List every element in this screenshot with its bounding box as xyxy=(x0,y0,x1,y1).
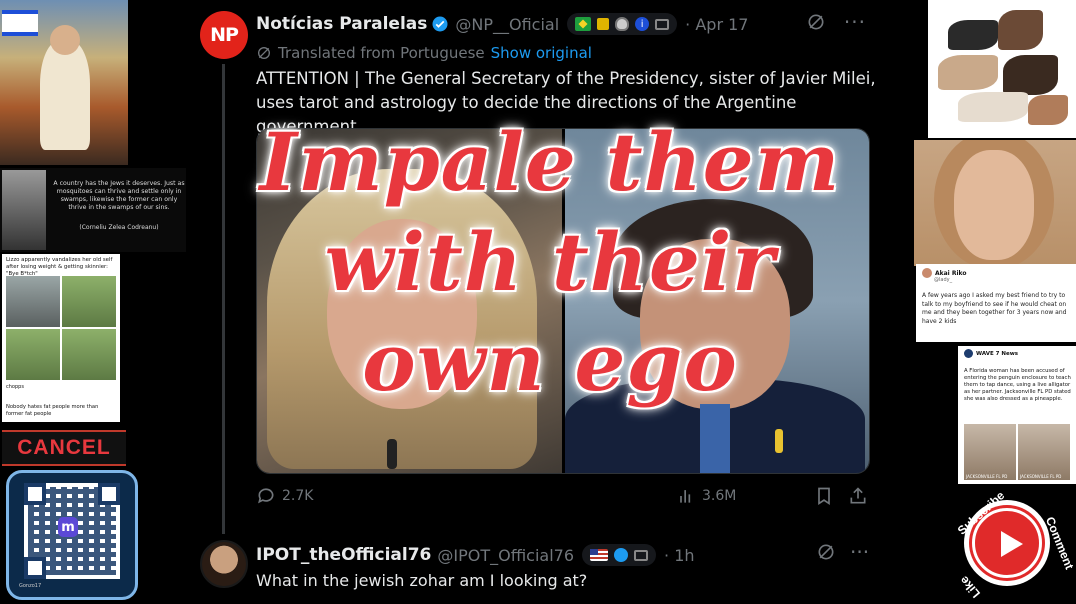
trump-painting-image xyxy=(0,0,128,165)
photo-javier-milei[interactable] xyxy=(565,129,869,473)
reply-author-handle[interactable]: @IPOT_Official76 xyxy=(437,546,574,565)
quote-attribution: (Corneliu Zelea Codreanu) xyxy=(79,224,159,231)
views-button[interactable]: 3.6M xyxy=(676,486,736,506)
reply-count: 2.7K xyxy=(282,488,314,504)
crying-woman-image xyxy=(914,140,1076,266)
globe-icon xyxy=(614,548,629,562)
mastodon-icon: m xyxy=(58,517,78,537)
thread-line xyxy=(222,64,225,534)
quote-text: A country has the Jews it deserves. Just… xyxy=(53,180,185,211)
more-icon[interactable]: ··· xyxy=(844,10,866,34)
news-tweet-card: WAVE 7 News A Florida woman has been acc… xyxy=(958,346,1076,484)
news-avatar xyxy=(964,349,973,358)
tweet-top-actions: ··· xyxy=(806,10,866,34)
tweet-column: NP Notícias Paralelas @NP__Oficial i · A… xyxy=(186,0,886,604)
reply-date[interactable]: · 1h xyxy=(664,546,695,565)
mugshot-images: JACKSONVILLE FL PD JACKSONVILLE FL PD xyxy=(964,424,1070,480)
reply-icon xyxy=(258,488,274,504)
info-icon: i xyxy=(635,17,650,31)
author-name[interactable]: Notícias Paralelas xyxy=(256,14,427,34)
camera-icon xyxy=(655,18,670,30)
avatar-text: NP xyxy=(210,24,239,46)
reply-header: IPOT_theOfficial76 @IPOT_Official76 · 1h xyxy=(256,544,695,566)
mugshot-label-2: JACKSONVILLE FL PD xyxy=(1020,474,1062,479)
qr-label: Gonzo17 xyxy=(19,583,42,589)
grok-icon[interactable] xyxy=(806,12,826,32)
reply-text: What in the jewish zohar am I looking at… xyxy=(256,571,588,590)
mugshot-label-1: JACKSONVILLE FL PD xyxy=(966,474,1008,479)
bookmark-button[interactable] xyxy=(814,486,834,506)
translation-notice: Translated from Portuguese Show original xyxy=(256,44,592,62)
tweet-handle: @lady_ xyxy=(934,277,953,283)
ribbon-pin xyxy=(775,429,783,453)
reply-button[interactable]: 2.7K xyxy=(256,486,313,506)
video-frame: A country has the Jews it deserves. Just… xyxy=(0,0,1076,604)
reply-badges xyxy=(582,544,657,566)
tweet-actions: 2.7K 3.6M xyxy=(256,486,870,514)
portrait-image xyxy=(2,170,46,250)
lizzo-images xyxy=(6,276,116,380)
show-original-link[interactable]: Show original xyxy=(491,44,592,62)
bookmark-icon xyxy=(818,487,830,506)
camera-icon xyxy=(634,549,649,561)
cancel-label: CANCEL xyxy=(17,436,111,459)
author-handle[interactable]: @NP__Oficial xyxy=(455,15,559,34)
cheating-tweet-card: Akai Riko @lady_ A few years ago I asked… xyxy=(916,264,1076,342)
author-avatar[interactable]: NP xyxy=(200,11,248,59)
mastodon-qr-card[interactable]: m Gonzo17 xyxy=(6,470,138,600)
lizzo-tweet-user: chopps xyxy=(6,384,24,390)
news-text: A Florida woman has been accused of ente… xyxy=(964,368,1071,402)
tweet-header: Notícias Paralelas @NP__Oficial i · Apr … xyxy=(256,12,748,36)
news-user: WAVE 7 News xyxy=(976,350,1019,357)
subscribe-widget[interactable]: Subscribe Comment Like xyxy=(952,488,1076,604)
photo-karina-milei[interactable] xyxy=(257,129,562,473)
us-flag-icon xyxy=(590,549,609,561)
cancel-banner: CANCEL xyxy=(2,430,126,466)
tweet-date[interactable]: · Apr 17 xyxy=(685,15,748,34)
more-icon[interactable]: ··· xyxy=(850,540,869,564)
israel-flag-image xyxy=(2,10,38,36)
brazil-flag-icon xyxy=(575,17,592,31)
reply-author-name[interactable]: IPOT_theOfficial76 xyxy=(256,545,431,565)
lizzo-tweet-card: Lizzo apparently vandalizes her old self… xyxy=(2,254,120,422)
avatar xyxy=(922,268,932,278)
tweet-body: A few years ago I asked my best friend t… xyxy=(922,292,1067,325)
reply-author-avatar[interactable] xyxy=(200,540,248,588)
verified-icon xyxy=(432,16,448,32)
tweet-user: Akai Riko xyxy=(935,269,967,277)
like-label: Like xyxy=(956,573,984,601)
lock-icon xyxy=(597,18,610,30)
qr-code[interactable]: m xyxy=(24,483,120,579)
views-icon xyxy=(680,490,691,503)
grok-icon[interactable] xyxy=(816,542,836,562)
translate-icon xyxy=(258,47,270,59)
codreanu-quote-card: A country has the Jews it deserves. Just… xyxy=(0,168,188,252)
affiliation-badges: i xyxy=(567,13,678,35)
view-count: 3.6M xyxy=(702,488,737,504)
share-button[interactable] xyxy=(848,486,868,506)
tweet-media[interactable] xyxy=(256,128,870,474)
shield-icon xyxy=(615,17,630,31)
shoes-pile-image xyxy=(928,0,1076,138)
lizzo-tweet-caption: Nobody hates fat people more than former… xyxy=(6,404,99,417)
share-icon xyxy=(850,487,866,504)
translated-label: Translated from Portuguese xyxy=(278,44,485,62)
